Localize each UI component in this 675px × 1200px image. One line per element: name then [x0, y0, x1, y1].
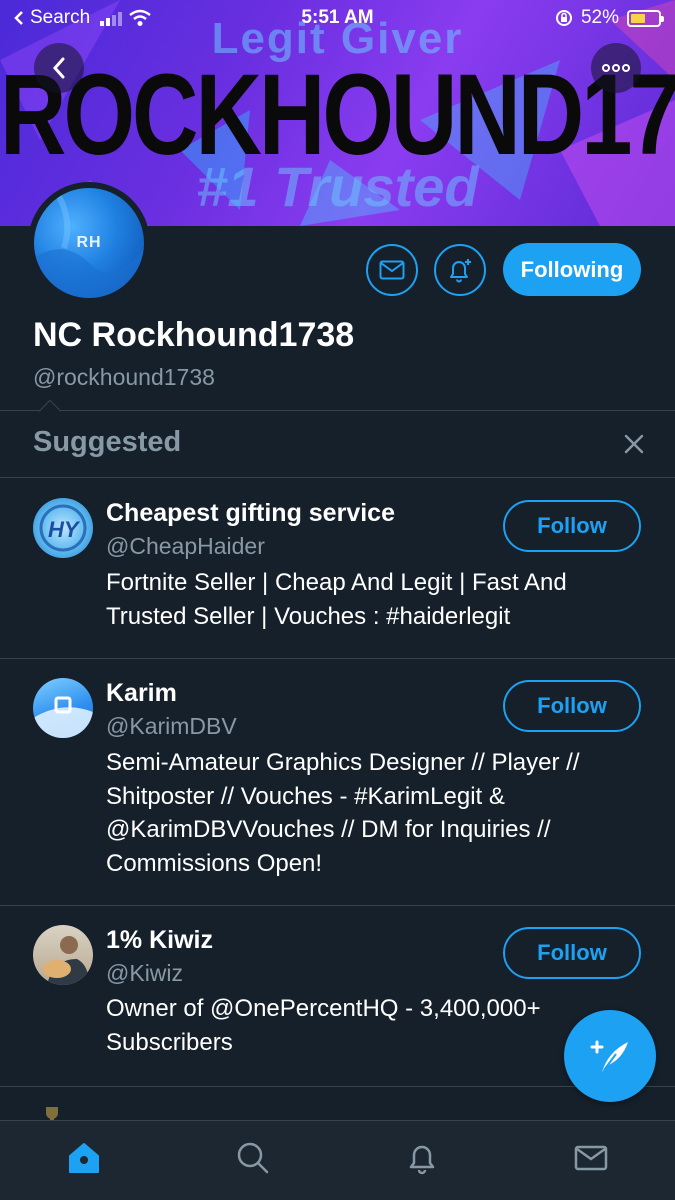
tab-notifications[interactable]	[392, 1128, 452, 1188]
home-icon	[69, 1142, 100, 1173]
more-icon	[602, 64, 630, 72]
following-button[interactable]: Following	[503, 243, 641, 296]
suggested-user[interactable]: Karim @KarimDBV Follow Semi-Amateur Grap…	[0, 659, 675, 905]
suggested-user[interactable]: HY Cheapest gifting service @CheapHaider…	[0, 478, 675, 658]
avatar-initials: RH	[76, 234, 102, 251]
profile-avatar-ring: RH	[28, 182, 150, 304]
suggested-top-divider	[0, 410, 675, 411]
user-avatar[interactable]	[33, 925, 93, 985]
more-button[interactable]	[591, 43, 641, 93]
back-chevron-icon	[52, 57, 65, 79]
compose-tweet-button[interactable]	[564, 1010, 656, 1102]
follow-button[interactable]: Follow	[503, 927, 641, 979]
bell-plus-icon	[450, 259, 471, 283]
user-divider	[0, 1086, 675, 1087]
user-name[interactable]: 1% Kiwiz	[106, 926, 213, 955]
close-icon	[624, 434, 644, 454]
user-name[interactable]: Karim	[106, 679, 177, 708]
notifications-icon	[409, 1145, 435, 1174]
svg-text:HY: HY	[48, 517, 81, 542]
follow-button[interactable]: Follow	[503, 500, 641, 552]
notify-button[interactable]	[434, 244, 486, 296]
user-handle: @Kiwiz	[106, 960, 184, 986]
tab-messages[interactable]	[561, 1128, 621, 1188]
profile-handle: @rockhound1738	[33, 364, 215, 390]
user-avatar-art: HY	[39, 504, 87, 552]
rotation-lock-icon	[555, 10, 572, 26]
suggested-caret	[38, 399, 62, 423]
tab-search[interactable]	[223, 1128, 283, 1188]
search-icon	[237, 1142, 269, 1173]
mail-icon	[379, 260, 405, 280]
user-handle: @CheapHaider	[106, 533, 265, 559]
messages-icon	[574, 1145, 607, 1170]
profile-avatar[interactable]: RH	[34, 188, 144, 298]
status-bar: Search 5:51 AM 52%	[0, 0, 675, 36]
user-bio: Semi-Amateur Graphics Designer // Player…	[106, 749, 580, 877]
user-handle: @KarimDBV	[106, 713, 237, 739]
status-right: 52%	[555, 7, 664, 29]
wifi-icon	[129, 9, 151, 26]
battery-icon	[627, 9, 664, 27]
profile-display-name: NC Rockhound1738	[33, 316, 355, 354]
user-name[interactable]: Cheapest gifting service	[106, 499, 395, 528]
battery-percent: 52%	[580, 7, 619, 28]
user-avatar-art	[43, 936, 89, 985]
user-avatar-art	[33, 696, 93, 738]
signal-icon	[100, 10, 123, 26]
tab-home[interactable]	[54, 1128, 114, 1188]
user-bio: Fortnite Seller | Cheap And Legit | Fast…	[106, 569, 567, 630]
user-avatar[interactable]: HY	[33, 498, 93, 558]
suggested-title: Suggested	[33, 426, 182, 458]
close-suggested-button[interactable]	[620, 430, 648, 458]
status-back-app: Search	[30, 7, 91, 28]
user-bio: Owner of @OnePercentHQ - 3,400,000+ Subs…	[106, 995, 541, 1056]
bottom-tab-bar	[0, 1120, 675, 1200]
back-arrow-icon	[14, 11, 23, 25]
message-button[interactable]	[366, 244, 418, 296]
battery-fill	[631, 13, 645, 23]
status-left[interactable]: Search	[14, 7, 152, 29]
user-avatar[interactable]	[33, 678, 93, 738]
back-button[interactable]	[34, 43, 84, 93]
compose-icon	[590, 1040, 628, 1072]
follow-button[interactable]: Follow	[503, 680, 641, 732]
